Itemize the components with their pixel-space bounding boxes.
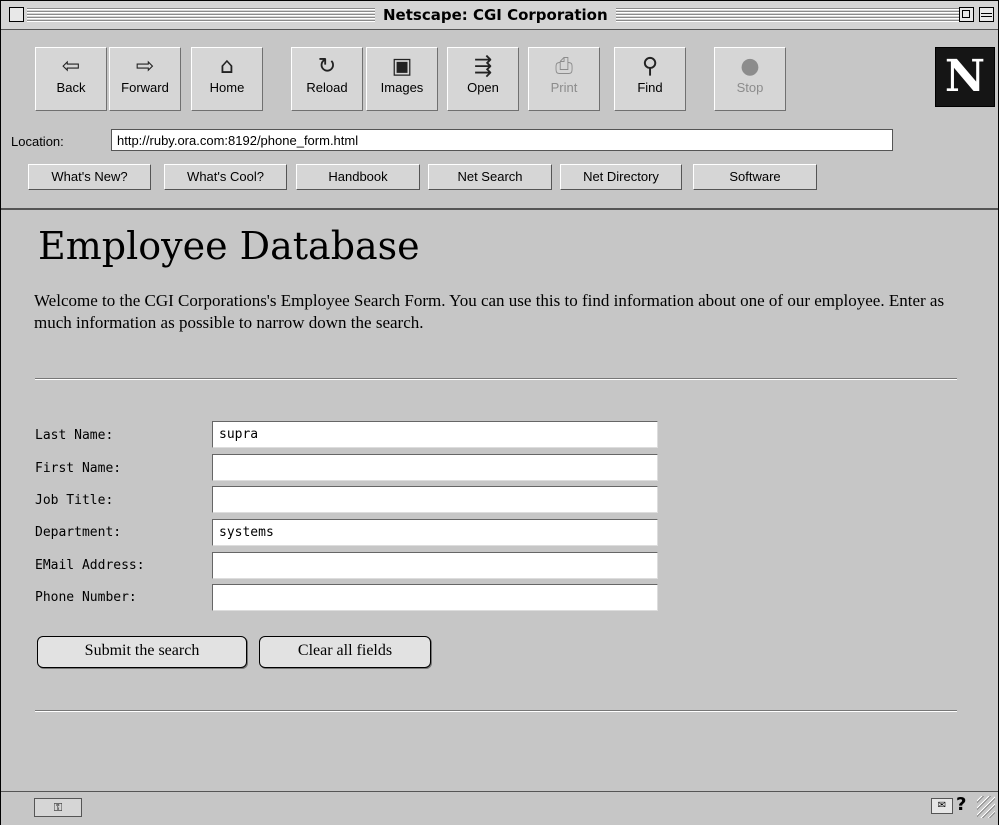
- images-button[interactable]: ▣ Images: [366, 47, 438, 111]
- images-icon: ▣: [391, 54, 413, 79]
- print-icon: ⎙: [555, 54, 573, 79]
- handbook-button[interactable]: Handbook: [296, 164, 420, 190]
- question-icon[interactable]: ?: [956, 794, 966, 815]
- netscape-logo[interactable]: N: [935, 47, 995, 107]
- back-arrow-icon: ⇦: [61, 54, 81, 79]
- zoom-box[interactable]: [959, 7, 974, 22]
- find-button[interactable]: ⚲ Find: [614, 47, 686, 111]
- location-url-field[interactable]: http://ruby.ora.com:8192/phone_form.html: [111, 129, 893, 151]
- find-label: Find: [637, 80, 663, 95]
- forward-label: Forward: [121, 80, 169, 95]
- navigation-toolbar: ⇦ Back ⇨ Forward ⌂ Home ↻ Reload ▣ Image…: [1, 30, 998, 210]
- browser-window: Netscape: CGI Corporation ⇦ Back ⇨ Forwa…: [0, 0, 999, 825]
- close-box[interactable]: [9, 7, 24, 22]
- open-button[interactable]: ⇶ Open: [447, 47, 519, 111]
- email-address-input[interactable]: [212, 552, 658, 579]
- home-icon: ⌂: [220, 54, 234, 79]
- phone-number-label: Phone Number:: [35, 590, 137, 605]
- net-directory-button[interactable]: Net Directory: [560, 164, 682, 190]
- images-label: Images: [380, 80, 424, 95]
- whats-cool-button[interactable]: What's Cool?: [164, 164, 287, 190]
- job-title-label: Job Title:: [35, 493, 114, 508]
- department-label: Department:: [35, 525, 122, 540]
- collapse-box[interactable]: [979, 7, 994, 22]
- net-search-button[interactable]: Net Search: [428, 164, 552, 190]
- last-name-input[interactable]: supra: [212, 421, 658, 448]
- software-button[interactable]: Software: [693, 164, 817, 190]
- status-bar: ⚿ ✉ ?: [1, 791, 998, 825]
- reload-label: Reload: [306, 80, 348, 95]
- forward-button[interactable]: ⇨ Forward: [109, 47, 181, 111]
- department-input[interactable]: systems: [212, 519, 658, 546]
- whats-new-button[interactable]: What's New?: [28, 164, 151, 190]
- first-name-input[interactable]: [212, 454, 658, 481]
- home-button[interactable]: ⌂ Home: [191, 47, 263, 111]
- stop-label: Stop: [736, 80, 764, 95]
- location-label: Location:: [11, 134, 64, 149]
- forward-arrow-icon: ⇨: [135, 54, 155, 79]
- email-address-label: EMail Address:: [35, 558, 145, 573]
- open-icon: ⇶: [473, 54, 493, 79]
- print-button[interactable]: ⎙ Print: [528, 47, 600, 111]
- back-label: Back: [56, 80, 86, 95]
- mail-icon[interactable]: ✉: [931, 798, 953, 814]
- window-title: Netscape: CGI Corporation: [375, 5, 616, 25]
- divider-bottom: [35, 710, 957, 712]
- first-name-label: First Name:: [35, 461, 122, 476]
- clear-fields-button[interactable]: Clear all fields: [259, 636, 431, 668]
- divider-top: [35, 378, 957, 380]
- home-label: Home: [209, 80, 245, 95]
- intro-paragraph: Welcome to the CGI Corporations's Employ…: [34, 291, 945, 332]
- broken-key-icon[interactable]: ⚿: [34, 798, 82, 817]
- phone-number-input[interactable]: [212, 584, 658, 611]
- reload-icon: ↻: [317, 54, 337, 79]
- last-name-label: Last Name:: [35, 428, 114, 443]
- find-binoculars-icon: ⚲: [641, 54, 659, 79]
- stop-button[interactable]: ● Stop: [714, 47, 786, 111]
- stop-icon: ●: [740, 54, 760, 79]
- title-bar[interactable]: Netscape: CGI Corporation: [1, 1, 998, 30]
- reload-button[interactable]: ↻ Reload: [291, 47, 363, 111]
- job-title-input[interactable]: [212, 486, 658, 513]
- open-label: Open: [467, 80, 499, 95]
- print-label: Print: [550, 80, 578, 95]
- back-button[interactable]: ⇦ Back: [35, 47, 107, 111]
- page-title: Employee Database: [38, 224, 420, 268]
- page-content: Employee Database Welcome to the CGI Cor…: [1, 210, 998, 790]
- resize-grip[interactable]: [977, 796, 995, 818]
- submit-search-button[interactable]: Submit the search: [37, 636, 247, 668]
